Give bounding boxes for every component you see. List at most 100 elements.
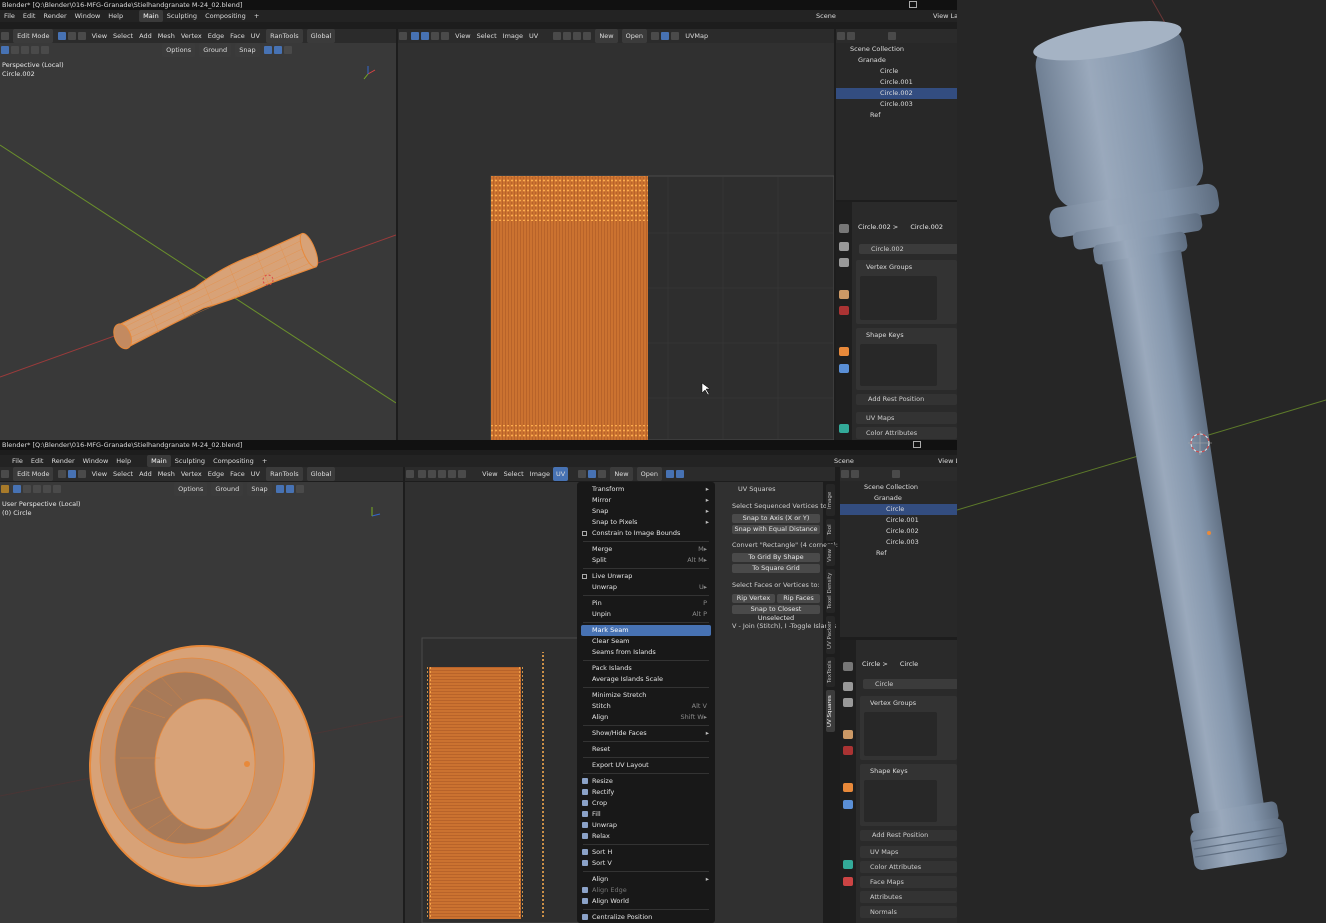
vp-menu-edge[interactable]: Edge — [205, 29, 227, 43]
to-grid-by-shape-button[interactable]: To Grid By Shape — [732, 553, 820, 562]
snap-to-axis-button[interactable]: Snap to Axis (X or Y) — [732, 514, 820, 523]
color-attributes-panel-header[interactable]: Color Attributes — [860, 861, 957, 873]
open-image-button[interactable]: Open — [636, 467, 663, 481]
checkbox-icon[interactable] — [582, 574, 587, 579]
uv-overlay-icon[interactable] — [661, 32, 670, 40]
snap-button[interactable]: Snap — [247, 482, 272, 496]
new-image-button[interactable]: New — [595, 29, 618, 43]
tool-tab-icon[interactable] — [843, 662, 853, 671]
scene-tab-icon[interactable] — [839, 290, 849, 299]
menu-render[interactable]: Render — [47, 455, 78, 467]
menu-file[interactable]: File — [0, 10, 19, 22]
uv-menu-item-show-hide-faces[interactable]: Show/Hide Faces ▸ — [581, 728, 711, 739]
proportional-icon[interactable] — [573, 32, 582, 40]
outliner-type-icon[interactable] — [837, 32, 845, 40]
uv-menu-item-align-world[interactable]: Align World — [581, 896, 711, 907]
uv-menu-item-resize[interactable]: Resize — [581, 776, 711, 787]
menu-window[interactable]: Window — [79, 455, 113, 467]
ground-button[interactable]: Ground — [211, 482, 244, 496]
select-extend-icon[interactable] — [23, 485, 32, 493]
vp-menu-view[interactable]: View — [89, 467, 110, 481]
outliner-item-circle-001[interactable]: Circle.001 — [836, 77, 957, 88]
select-subtract-icon[interactable] — [33, 485, 42, 493]
rip-faces-button[interactable]: Rip Faces — [777, 594, 820, 603]
workspace-tab-sculpting[interactable]: Sculpting — [171, 455, 209, 467]
menu-help[interactable]: Help — [104, 10, 127, 22]
editor-type-icon[interactable] — [1, 32, 9, 40]
uv-editor-type-icon[interactable] — [399, 32, 407, 40]
outliner-scene-collection[interactable]: Scene Collection — [836, 44, 957, 55]
output-tab-icon[interactable] — [839, 258, 849, 267]
uv-menu-item-snap-to-pixels[interactable]: Snap to Pixels ▸ — [581, 517, 711, 528]
uv-menu-item-align-edge[interactable]: Align Edge — [581, 885, 711, 896]
output-tab-icon[interactable] — [843, 698, 853, 707]
open-image-button[interactable]: Open — [621, 29, 648, 43]
uv-squares-title[interactable]: UV Squares — [738, 485, 776, 493]
uv-face-mode-icon[interactable] — [448, 470, 457, 478]
uv-maps-panel-header[interactable]: UV Maps — [860, 846, 957, 858]
outliner-item-circle-002[interactable]: Circle.002 — [836, 88, 957, 99]
uv-island-mode-icon[interactable] — [458, 470, 467, 478]
uv-edge-mode-icon[interactable] — [431, 32, 440, 40]
workspace-tab-compositing[interactable]: Compositing — [201, 10, 250, 22]
vp-menu-face[interactable]: Face — [227, 467, 248, 481]
outliner-display-icon[interactable] — [851, 470, 859, 478]
outliner-display-icon[interactable] — [847, 32, 855, 40]
toolbar-toggle-icon[interactable] — [1, 485, 9, 493]
checkbox-icon[interactable] — [582, 531, 587, 536]
rantools-dropdown[interactable]: RanTools — [266, 467, 303, 481]
uv-menu-item-live-unwrap[interactable]: Live Unwrap — [581, 571, 711, 582]
vp-menu-select[interactable]: Select — [110, 29, 136, 43]
vp-menu-face[interactable]: Face — [227, 29, 248, 43]
mesh-name-field[interactable]: Circle — [863, 679, 957, 689]
shape-keys-header[interactable]: Shape Keys — [856, 328, 957, 342]
shape-keys-list[interactable] — [860, 344, 937, 386]
side-tab-view[interactable]: View — [826, 544, 835, 566]
uv-menu-item-seams-from-islands[interactable]: Seams from Islands — [581, 647, 711, 658]
color-attributes-panel-header[interactable]: Color Attributes — [856, 427, 957, 439]
workspace-add-button[interactable]: + — [258, 455, 271, 467]
uv-menu-item-minimize-stretch[interactable]: Minimize Stretch — [581, 690, 711, 701]
gizmo-icon[interactable] — [671, 32, 680, 40]
uv-menu-uv[interactable]: UV — [526, 29, 541, 43]
menu-file[interactable]: File — [8, 455, 27, 467]
uv-menu-item-unpin[interactable]: Unpin Alt P — [581, 609, 711, 620]
tool-tab-icon[interactable] — [839, 224, 849, 233]
uv-menu-item-reset[interactable]: Reset — [581, 744, 711, 755]
rantools-dropdown[interactable]: RanTools — [266, 29, 303, 43]
workspace-tab-compositing[interactable]: Compositing — [209, 455, 258, 467]
object-tab-icon[interactable] — [839, 347, 849, 356]
menu-window[interactable]: Window — [71, 10, 105, 22]
uv-menu-select[interactable]: Select — [501, 467, 527, 481]
attributes-panel-header[interactable]: Attributes — [860, 891, 957, 903]
outliner-item-circle-001[interactable]: Circle.001 — [840, 515, 957, 526]
outliner-search-icon[interactable] — [892, 470, 901, 478]
vertex-groups-header[interactable]: Vertex Groups — [856, 260, 957, 274]
mode-dropdown[interactable]: Edit Mode — [13, 467, 54, 481]
vp-menu-vertex[interactable]: Vertex — [178, 467, 205, 481]
uv-menu-item-align[interactable]: Align Shift W▸ — [581, 712, 711, 723]
uv-editor-canvas-top[interactable] — [398, 43, 834, 440]
outliner-item-granade[interactable]: Granade — [840, 493, 957, 504]
mesh-name-field[interactable]: Circle.002 — [859, 244, 957, 254]
uv-menu-view[interactable]: View — [452, 29, 473, 43]
view-layer-selector[interactable]: View Lay — [925, 10, 957, 22]
uv-menu-item-sort-h[interactable]: Sort H — [581, 847, 711, 858]
window-maximize-icon[interactable] — [913, 441, 921, 448]
uv-menu-image[interactable]: Image — [527, 467, 553, 481]
vp-menu-uv[interactable]: UV — [248, 467, 263, 481]
uv-menu-item-fill[interactable]: Fill — [581, 809, 711, 820]
workspace-add-button[interactable]: + — [250, 10, 263, 22]
viewport-3d-top[interactable]: Perspective (Local) Circle.002 — [0, 57, 396, 440]
uv-menu-item-centralize-position[interactable]: Centralize Position — [581, 912, 711, 923]
snap-icon[interactable] — [563, 32, 572, 40]
pin-icon[interactable] — [651, 32, 660, 40]
shape-keys-header[interactable]: Shape Keys — [860, 764, 957, 778]
select-mode-vertex-icon[interactable] — [57, 470, 66, 478]
rendered-grenade-viewport[interactable] — [957, 0, 1326, 923]
outliner-item-ref[interactable]: Ref — [840, 548, 957, 559]
scene-selector[interactable]: Scene — [826, 455, 862, 467]
side-tab-uv-packer[interactable]: UV Packer — [826, 616, 835, 654]
vertex-groups-header[interactable]: Vertex Groups — [860, 696, 957, 710]
menu-help[interactable]: Help — [112, 455, 135, 467]
